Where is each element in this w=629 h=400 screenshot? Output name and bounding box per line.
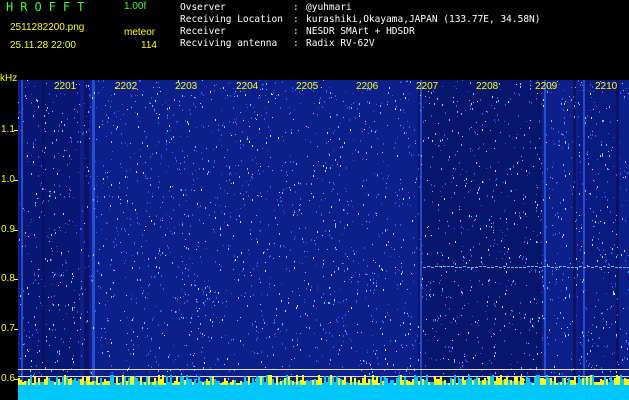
time-label: 2206 (356, 81, 379, 92)
info-value: kurashiki,Okayama,JAPAN (133.77E, 34.58N… (306, 14, 541, 25)
mode-label: meteor (124, 27, 156, 38)
frequency-tick (14, 230, 18, 231)
info-separator: : (293, 14, 299, 25)
info-value: NESDR SMArt + HDSDR (306, 26, 415, 37)
info-separator: : (293, 26, 299, 37)
frequency-tick (14, 180, 18, 181)
spectrogram-panel (18, 80, 629, 400)
spectrogram-image (18, 80, 629, 400)
frequency-tick (14, 130, 18, 131)
info-value: @yuhmari (306, 2, 352, 13)
info-label: Receiver (180, 26, 226, 37)
info-value: Radix RV-62V (306, 38, 375, 49)
frequency-label: 0.9 (1, 224, 15, 235)
time-label: 2208 (476, 81, 499, 92)
frequency-tick (14, 329, 18, 330)
filename-label: 2511282200.png (10, 22, 85, 33)
hrofft-window: HROFFT 1.00f 2511282200.png meteor 25.11… (0, 0, 629, 400)
header-left: HROFFT 1.00f 2511282200.png meteor 25.11… (0, 0, 170, 70)
time-label: 2209 (535, 81, 558, 92)
count-label: 114 (141, 40, 157, 51)
frequency-label: 0.8 (1, 273, 15, 284)
frequency-tick (14, 379, 18, 380)
app-name: HROFFT (6, 0, 92, 14)
time-label: 2207 (416, 81, 439, 92)
info-label: Recviving antenna (180, 38, 278, 49)
frequency-unit-label: kHz (0, 73, 18, 84)
app-version: 1.00f (124, 1, 147, 12)
frequency-label: 1.0 (1, 174, 15, 185)
time-label: 2210 (595, 81, 618, 92)
time-label: 2202 (115, 81, 138, 92)
datetime-label: 25.11.28 22:00 (10, 40, 76, 51)
info-separator: : (293, 2, 299, 13)
frequency-label: 1.1 (1, 124, 15, 135)
info-separator: : (293, 38, 299, 49)
time-label: 2203 (175, 81, 198, 92)
frequency-label: 0.6 (1, 373, 15, 384)
frequency-label: 0.7 (1, 323, 15, 334)
info-label: Ovserver (180, 2, 226, 13)
time-label: 2205 (296, 81, 319, 92)
info-label: Receiving Location (180, 14, 283, 25)
time-label: 2201 (54, 81, 77, 92)
time-label: 2204 (236, 81, 259, 92)
frequency-tick (14, 279, 18, 280)
